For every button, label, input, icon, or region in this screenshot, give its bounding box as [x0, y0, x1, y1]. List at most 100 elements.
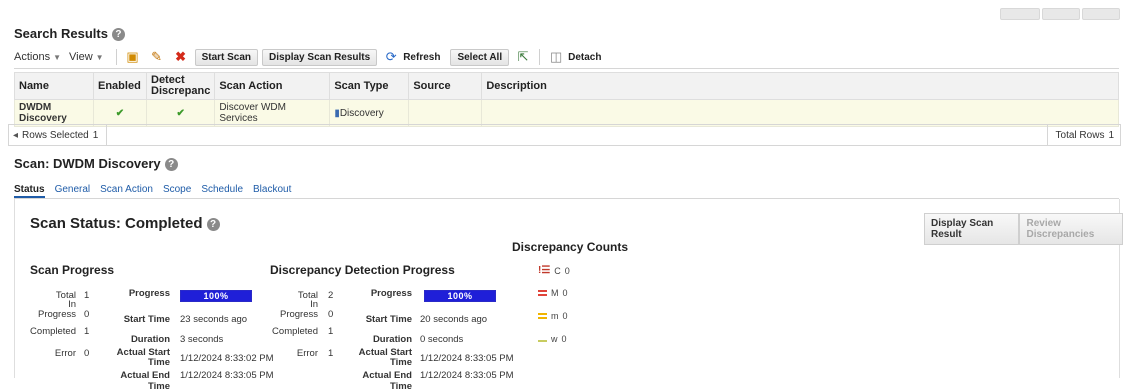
status-actions: Display Scan Result Review Discrepancies: [924, 213, 1123, 245]
review-discrepancies-button[interactable]: Review Discrepancies: [1019, 213, 1123, 245]
det-progress-label: Progress: [370, 288, 412, 299]
detection-progress-title: Discrepancy Detection Progress: [270, 263, 455, 277]
rows-selected-value: 1: [92, 129, 99, 141]
count-warning-value: 0: [561, 334, 567, 344]
scan-in-progress-value: 0: [84, 309, 90, 320]
export-icon[interactable]: ⇱: [515, 49, 531, 65]
cell-name: DWDM Discovery: [14, 99, 94, 127]
count-critical: !☰ C 0: [538, 265, 570, 276]
view-label: View: [69, 51, 93, 63]
count-minor-value: 0: [562, 311, 568, 321]
count-major-label: M: [551, 288, 559, 298]
count-major: M 0: [538, 288, 568, 298]
toolbar-separator: [115, 49, 117, 65]
cell-scan-action: Discover WDM Services: [214, 99, 331, 127]
tab-status[interactable]: Status: [14, 184, 45, 198]
col-source[interactable]: Source: [408, 72, 483, 100]
top-button-2[interactable]: [1042, 8, 1080, 20]
help-icon[interactable]: ?: [206, 217, 220, 231]
detach-button[interactable]: Detach: [568, 52, 601, 63]
top-button-1[interactable]: [1000, 8, 1040, 20]
tab-schedule[interactable]: Schedule: [201, 184, 243, 198]
delete-icon[interactable]: ✖: [173, 49, 189, 65]
scan-actual-end-label: Actual End Time: [120, 370, 170, 392]
det-start-time-value: 20 seconds ago: [420, 314, 488, 325]
checkmark-icon: ✔: [115, 107, 125, 119]
refresh-button[interactable]: Refresh: [403, 52, 440, 63]
det-duration-value: 0 seconds: [420, 334, 464, 345]
tab-scan-action[interactable]: Scan Action: [100, 184, 153, 198]
help-icon[interactable]: ?: [164, 158, 178, 172]
det-total-value: 2: [328, 290, 334, 301]
start-scan-button[interactable]: Start Scan: [194, 48, 259, 66]
table-row[interactable]: DWDM Discovery ✔ ✔ Discover WDM Services…: [14, 99, 1119, 127]
detach-icon[interactable]: ◫: [548, 49, 564, 65]
refresh-icon[interactable]: ⟳: [383, 49, 399, 65]
scan-actual-start-value: 1/12/2024 8:33:02 PM: [180, 353, 274, 364]
col-scan-action[interactable]: Scan Action: [214, 72, 331, 100]
scan-completed-value: 1: [84, 326, 90, 337]
det-error-label: Error: [296, 348, 318, 359]
col-detect-discrepancies[interactable]: Detect Discrepanc: [145, 72, 216, 100]
count-warning: w 0: [538, 334, 567, 344]
count-warning-label: w: [551, 334, 558, 344]
det-actual-end-label: Actual End Time: [362, 370, 412, 392]
scan-status-title: Scan Status: Completed?: [30, 215, 220, 232]
tab-scope[interactable]: Scope: [163, 184, 191, 198]
col-name[interactable]: Name: [14, 72, 94, 100]
scan-progress-label: Progress: [128, 288, 170, 299]
display-scan-result-button[interactable]: Display Scan Result: [924, 213, 1020, 245]
cell-description: [481, 99, 1119, 127]
col-scan-type[interactable]: Scan Type: [329, 72, 410, 100]
select-all-button[interactable]: Select All: [450, 48, 510, 66]
col-description[interactable]: Description: [481, 72, 1119, 100]
search-results-table: Name Enabled Detect Discrepanc Scan Acti…: [14, 72, 1119, 127]
toolbar-separator-2: [539, 49, 541, 65]
scan-duration-label: Duration: [130, 334, 170, 345]
top-button-3[interactable]: [1082, 8, 1120, 20]
major-icon: [538, 290, 547, 296]
actions-menu[interactable]: Actions ▼: [14, 51, 61, 63]
det-actual-end-value: 1/12/2024 8:33:05 PM: [420, 370, 514, 381]
scan-actual-end-value: 1/12/2024 8:33:05 PM: [180, 370, 274, 381]
tab-blackout[interactable]: Blackout: [253, 184, 291, 198]
edit-icon[interactable]: ✎: [149, 49, 165, 65]
det-progress-bar: 100%: [424, 290, 496, 302]
total-rows-value: 1: [1108, 129, 1114, 141]
scan-total-value: 1: [84, 290, 90, 301]
minor-icon: [538, 313, 547, 319]
scan-actual-start-label: Actual Start Time: [116, 347, 170, 368]
tab-general[interactable]: General: [55, 184, 91, 198]
scroll-left-icon[interactable]: ◂: [13, 130, 18, 141]
warning-icon: [538, 337, 547, 342]
scan-title: Scan: DWDM Discovery?: [14, 156, 178, 172]
help-icon[interactable]: ?: [111, 28, 125, 42]
cell-scan-type-text: Discovery: [339, 107, 384, 119]
det-start-time-label: Start Time: [365, 314, 412, 325]
cell-scan-type: ▮Discovery: [329, 99, 410, 127]
results-toolbar: Actions ▼ View ▼ ▣ ✎ ✖ Start Scan Display …: [14, 46, 1119, 69]
display-scan-results-button[interactable]: Display Scan Results: [262, 48, 378, 66]
footer-divider-2: [1046, 125, 1048, 145]
det-actual-start-value: 1/12/2024 8:33:05 PM: [420, 353, 514, 364]
checkmark-icon: ✔: [176, 107, 185, 119]
det-in-progress-value: 0: [328, 309, 334, 320]
col-enabled[interactable]: Enabled: [93, 72, 147, 100]
discrepancy-counts-title: Discrepancy Counts: [512, 240, 629, 254]
det-completed-label: Completed: [272, 326, 318, 337]
scan-start-time-value: 23 seconds ago: [180, 314, 248, 325]
cell-detect: ✔: [145, 99, 216, 127]
det-completed-value: 1: [328, 326, 334, 337]
scan-start-time-label: Start Time: [123, 314, 170, 325]
scan-error-label: Error: [54, 348, 76, 359]
cell-enabled: ✔: [93, 99, 147, 127]
table-footer: ◂ Rows Selected 1 Total Rows 1: [8, 124, 1121, 146]
scan-error-value: 0: [84, 348, 90, 359]
rows-selected-label: Rows Selected: [22, 129, 89, 141]
det-in-progress-label: In Progress: [279, 299, 318, 320]
scan-completed-label: Completed: [30, 326, 76, 337]
view-menu[interactable]: View ▼: [69, 51, 104, 63]
create-icon[interactable]: ▣: [125, 49, 141, 65]
table-header-row: Name Enabled Detect Discrepanc Scan Acti…: [14, 72, 1119, 100]
count-critical-value: 0: [564, 265, 570, 276]
